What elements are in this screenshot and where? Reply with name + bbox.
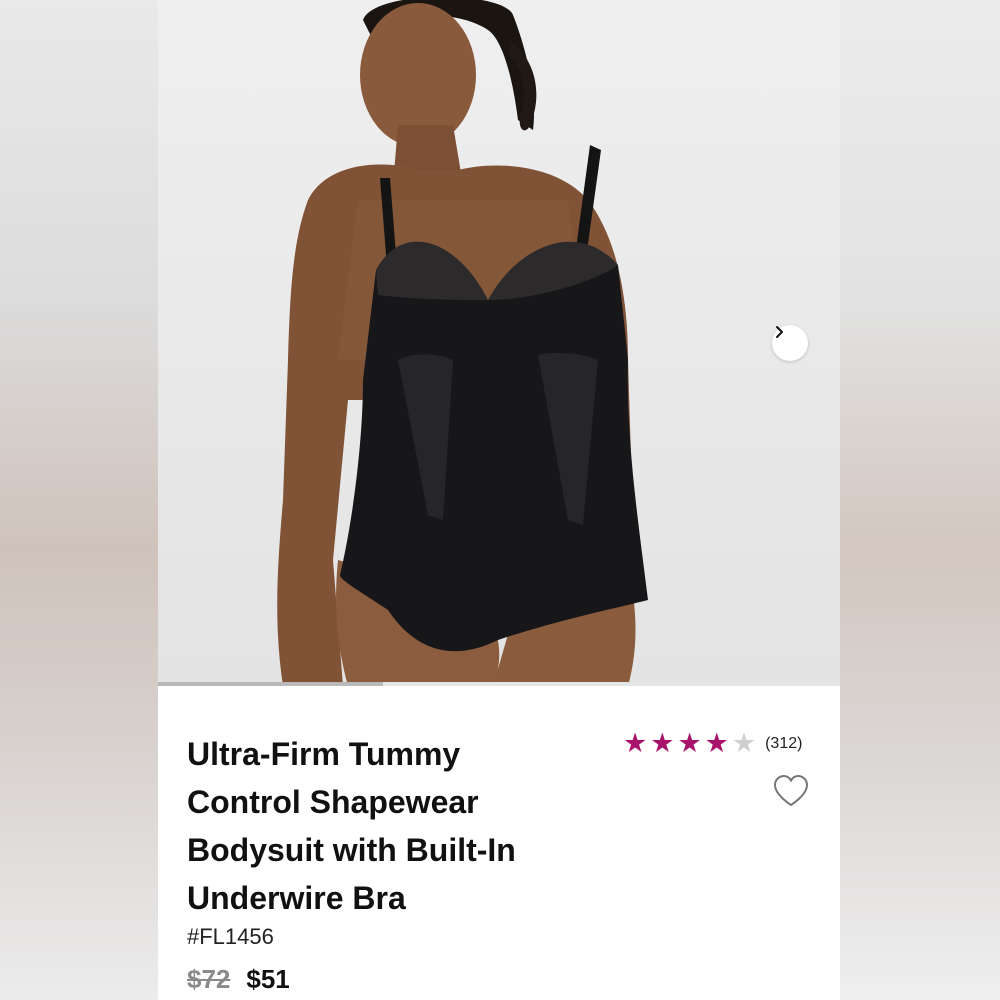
- star-rating: ★ ★ ★ ★ ★: [623, 730, 756, 757]
- star-icon: ★: [623, 728, 648, 758]
- rating[interactable]: ★ ★ ★ ★ ★ (312): [623, 730, 802, 757]
- star-icon: ★: [650, 728, 675, 758]
- star-empty-icon: ★: [731, 728, 757, 758]
- star-icon: ★: [677, 728, 702, 758]
- product-image[interactable]: [158, 0, 840, 686]
- next-image-button[interactable]: [772, 325, 808, 361]
- blurred-backdrop-right: [840, 0, 1000, 1000]
- price: $72 $51: [187, 964, 290, 995]
- sale-price: $51: [246, 964, 290, 994]
- chevron-right-icon: [776, 326, 783, 338]
- heart-outline-icon: [773, 774, 809, 807]
- star-icon: ★: [704, 728, 729, 758]
- wishlist-button[interactable]: [772, 774, 810, 808]
- review-count: (312): [765, 734, 803, 752]
- product-title: Ultra-Firm Tummy Control Shapewear Bodys…: [187, 736, 516, 916]
- blurred-backdrop-left: [0, 0, 160, 1000]
- original-price: $72: [187, 964, 231, 994]
- product-card: Ultra-Firm Tummy Control Shapewear Bodys…: [158, 0, 840, 1000]
- product-sku: #FL1456: [187, 924, 274, 949]
- model-illustration: [277, 0, 648, 686]
- product-info: Ultra-Firm Tummy Control Shapewear Bodys…: [158, 686, 840, 1000]
